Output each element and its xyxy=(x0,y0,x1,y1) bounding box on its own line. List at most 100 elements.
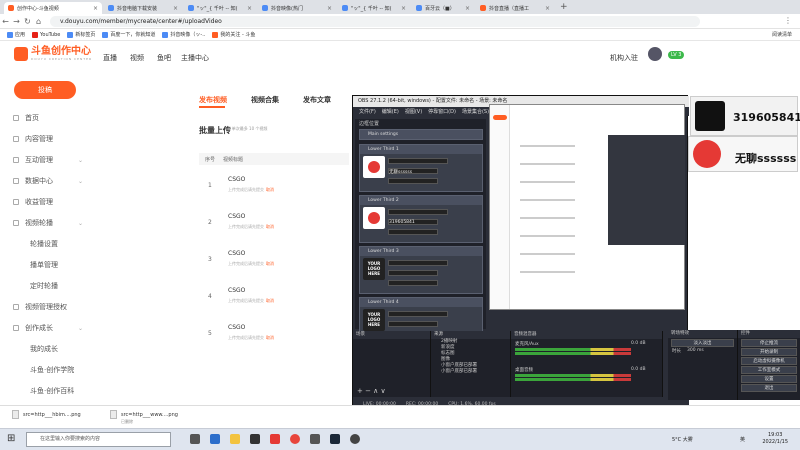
sidebar-item[interactable]: 内容管理 xyxy=(13,134,83,144)
sidebar-subitem[interactable]: 斗鱼·创作百科 xyxy=(30,386,74,396)
obs-taskbar-icon[interactable] xyxy=(350,434,360,444)
control-button[interactable]: 启动虚拟摄像机 xyxy=(741,357,797,365)
app-icon[interactable] xyxy=(250,434,260,444)
back-icon[interactable]: ← xyxy=(0,17,11,26)
sidebar-item[interactable]: 数据中心 ⌄ xyxy=(13,176,83,186)
tab-close-icon[interactable]: × xyxy=(93,5,98,12)
browser-tab[interactable]: 创作中心-斗鱼视频 × xyxy=(4,2,102,14)
bookmark-item[interactable]: 百度一下，你就知道 xyxy=(102,31,155,38)
home-icon[interactable]: ⌂ xyxy=(33,17,44,26)
folder-icon[interactable] xyxy=(230,434,240,444)
row-cancel-link[interactable]: 取消 xyxy=(266,224,274,229)
row-cancel-link[interactable]: 取消 xyxy=(266,261,274,266)
sidebar-subitem[interactable]: 斗鱼·创作学院 xyxy=(30,365,74,375)
tab-close-icon[interactable]: × xyxy=(545,5,550,12)
bookmark-item[interactable]: 应用 xyxy=(7,31,25,38)
upload-button[interactable]: 投稿 xyxy=(14,81,76,99)
obs-menu-item[interactable]: 停靠窗口(D) xyxy=(428,108,456,115)
bookmark-item[interactable]: YouTube xyxy=(32,31,60,38)
menu-icon[interactable]: ⋮ xyxy=(784,16,792,25)
sidebar-subitem[interactable]: 轮播设置 xyxy=(30,239,58,249)
new-tab-icon[interactable]: + xyxy=(560,2,568,12)
task-view-icon[interactable] xyxy=(190,434,200,444)
lower-third-field[interactable] xyxy=(388,270,438,276)
download-item[interactable]: src=http___hbim....png xyxy=(12,410,81,419)
row-cancel-link[interactable]: 取消 xyxy=(266,335,274,340)
lower-third-field[interactable] xyxy=(388,321,438,327)
ime-lang[interactable]: 英 xyxy=(740,436,745,443)
sidebar-item[interactable]: 视频轮播 ⌄ xyxy=(13,218,83,228)
scene-controls[interactable]: + − ∧ ∨ xyxy=(357,387,386,395)
tab-close-icon[interactable]: × xyxy=(173,5,178,12)
tab-publish-video[interactable]: 发布视频 xyxy=(199,95,227,105)
source-item[interactable]: 小窗户底部已部署 xyxy=(431,369,510,375)
row-cancel-link[interactable]: 取消 xyxy=(266,298,274,303)
windows-start-icon[interactable]: ⊞ xyxy=(7,433,15,444)
bookmark-item[interactable]: 抖音映像（ッ-.. xyxy=(162,31,205,38)
lower-third-field[interactable] xyxy=(388,158,448,164)
tab-close-icon[interactable]: × xyxy=(465,5,470,12)
obs-menu-item[interactable]: 编辑(E) xyxy=(382,108,399,115)
control-button[interactable]: 停止推流 xyxy=(741,339,797,347)
lower-third-card[interactable]: Lower Third 3 YOUR LOGO HERE xyxy=(359,246,483,294)
lower-third-card[interactable]: Lower Third 1 无聊ssssss xyxy=(359,144,483,192)
sidebar-subitem[interactable]: 播单管理 xyxy=(30,260,58,270)
lower-third-field[interactable] xyxy=(388,209,448,215)
url-input[interactable]: v.douyu.com/member/mycreate/center#/uplo… xyxy=(50,16,700,27)
avatar[interactable] xyxy=(648,47,662,61)
forward-icon[interactable]: → xyxy=(11,17,22,26)
transition-select[interactable]: 淡入淡出 xyxy=(671,339,734,347)
tab-close-icon[interactable]: × xyxy=(327,5,332,12)
obs-preview[interactable] xyxy=(489,104,685,310)
obs-menu-item[interactable]: 视图(V) xyxy=(405,108,422,115)
obs-menu-item[interactable]: 文件(F) xyxy=(359,108,376,115)
control-button[interactable]: 退出 xyxy=(741,384,797,392)
sidebar-item[interactable]: 首页 xyxy=(13,113,83,123)
site-logo[interactable]: 斗鱼创作中心 DOUYU CREATION CENTER xyxy=(14,47,92,61)
control-button[interactable]: 设置 xyxy=(741,375,797,383)
lower-third-field[interactable] xyxy=(388,260,448,266)
taskbar-search-input[interactable]: 在这里输入你要搜索的内容 xyxy=(26,432,171,447)
sidebar-subitem[interactable]: 定时轮播 xyxy=(30,281,58,291)
tab-close-icon[interactable]: × xyxy=(401,5,406,12)
sidebar-subitem[interactable]: 我的成长 xyxy=(30,344,58,354)
edge-icon[interactable] xyxy=(210,434,220,444)
download-item[interactable]: src=http___www....png 已删除 xyxy=(110,410,178,425)
reload-icon[interactable]: ↻ xyxy=(22,17,33,26)
tab-publish-article[interactable]: 发布文章 xyxy=(303,95,331,105)
browser-tab[interactable]: 抖音直播（直播工 × xyxy=(476,2,554,14)
tab-video-collection[interactable]: 视频合集 xyxy=(251,95,279,105)
system-clock[interactable]: 19:03 2022/1/15 xyxy=(762,432,788,446)
browser-tab[interactable]: 抖音电脑下载安装 × xyxy=(104,2,182,14)
duration-value[interactable]: 300 ms xyxy=(687,348,704,354)
sidebar-item[interactable]: 互动管理 ⌄ xyxy=(13,155,83,165)
douyu-taskbar-icon[interactable] xyxy=(270,434,280,444)
nav-video[interactable]: 视频 xyxy=(130,53,144,63)
obs-menu-item[interactable]: 场景集合(S) xyxy=(462,108,489,115)
nav-live[interactable]: 直播 xyxy=(103,53,117,63)
sidebar-item[interactable]: 收益管理 xyxy=(13,197,83,207)
control-button[interactable]: 开始录制 xyxy=(741,348,797,356)
sidebar-item[interactable]: 创作成长 ⌄ xyxy=(13,323,83,333)
control-button[interactable]: 工作室模式 xyxy=(741,366,797,374)
weather-text[interactable]: 5°C 大雾 xyxy=(672,436,693,443)
browser-tab[interactable]: "ッ"_{ 千叶 -- 知(× xyxy=(338,2,410,14)
bookmark-item[interactable]: 新标签页 xyxy=(67,31,95,38)
main-settings-row[interactable]: Main settings xyxy=(359,129,483,140)
lower-third-card[interactable]: Lower Third 2 319605841 xyxy=(359,195,483,243)
nav-anchor-center[interactable]: 主播中心 xyxy=(181,53,209,63)
browser-tab[interactable]: 抖音映像(热门 × xyxy=(258,2,336,14)
steam-icon[interactable] xyxy=(330,434,340,444)
browser-tab[interactable]: "ッ"_{ 千叶 -- 知(× xyxy=(184,2,256,14)
nav-fishbar[interactable]: 鱼吧 xyxy=(157,53,171,63)
browser-tab[interactable]: 百牙云（■） × xyxy=(412,2,474,14)
bookmark-item[interactable]: 我的关注 - 斗鱼 xyxy=(212,31,255,38)
lower-third-field[interactable] xyxy=(388,311,448,317)
wechat-icon[interactable] xyxy=(310,434,320,444)
org-join-link[interactable]: 机构入驻 xyxy=(610,53,638,63)
lower-third-field[interactable] xyxy=(388,280,438,286)
tab-close-icon[interactable]: × xyxy=(247,5,252,12)
chrome-icon[interactable] xyxy=(290,434,300,444)
lower-third-field[interactable] xyxy=(388,229,438,235)
lower-third-field[interactable] xyxy=(388,178,438,184)
